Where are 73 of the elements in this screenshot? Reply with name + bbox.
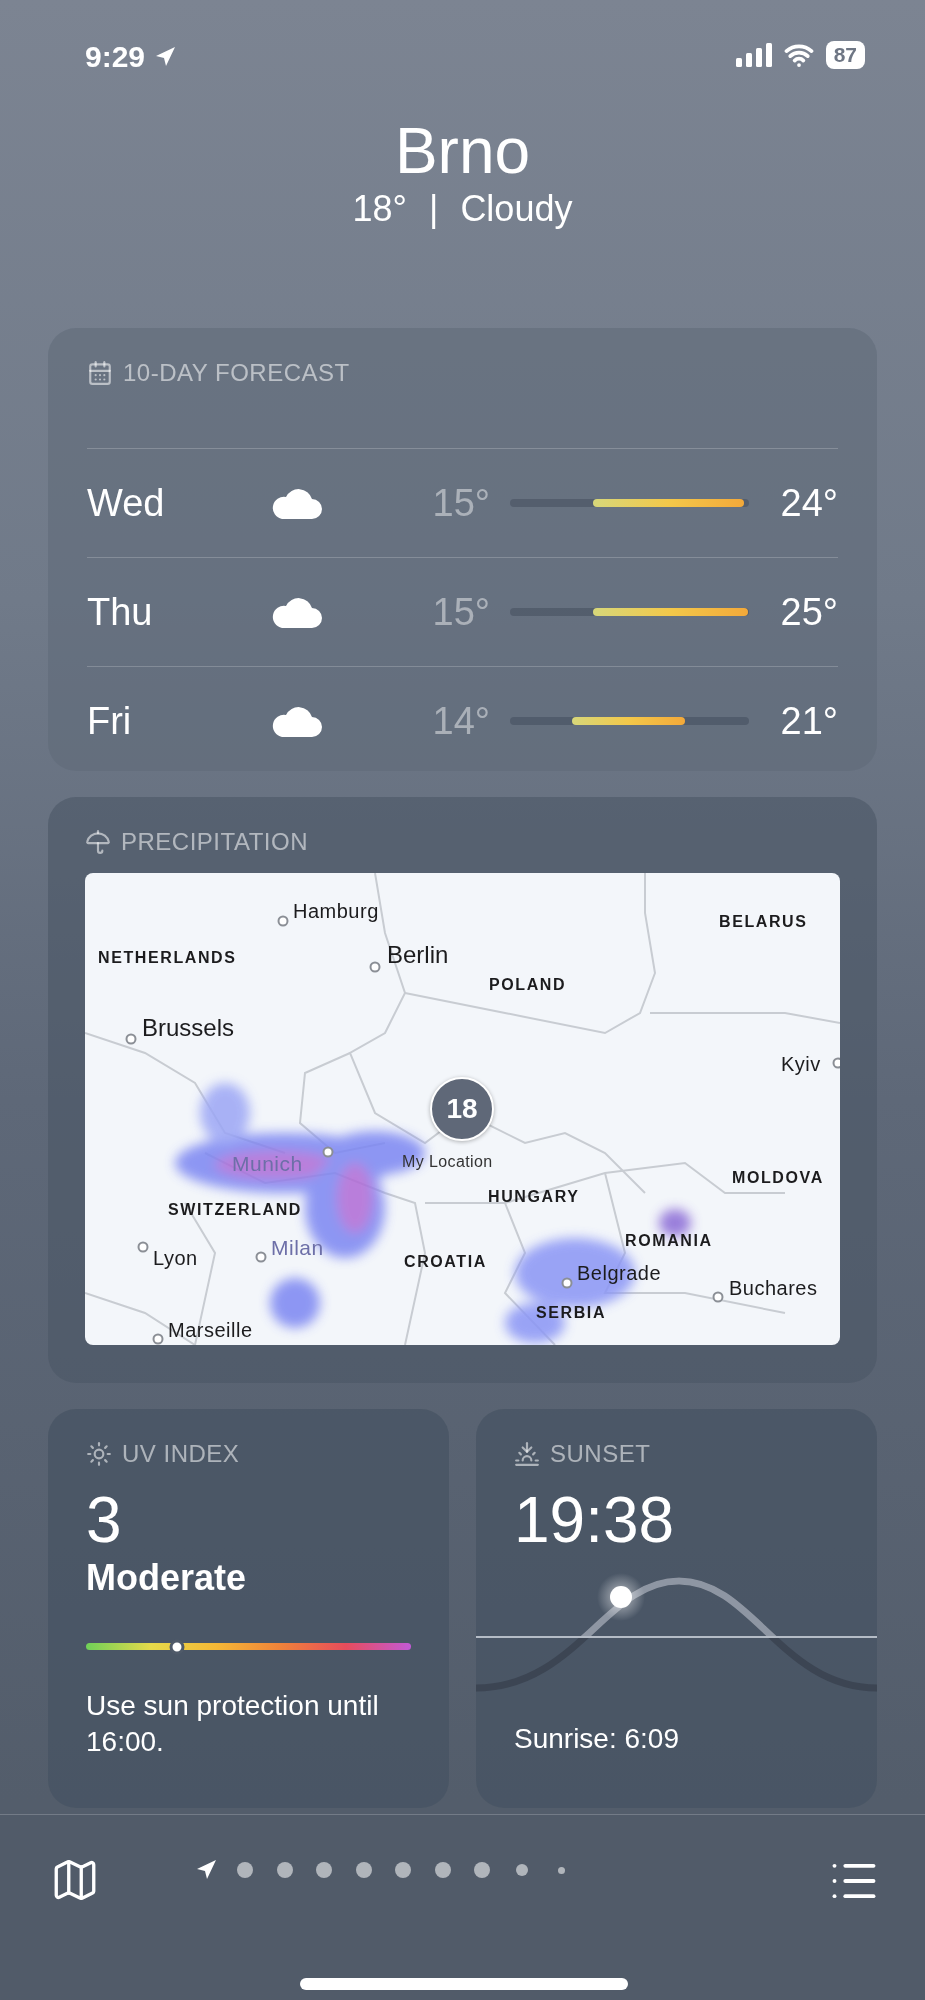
location-temperature-badge[interactable]: 18 — [430, 1077, 494, 1141]
city-marker-icon — [152, 1333, 164, 1345]
map-label: Milan — [271, 1236, 324, 1260]
city-marker-icon — [832, 1057, 840, 1069]
sun-icon — [86, 1441, 112, 1467]
map-label: Brussels — [142, 1014, 235, 1042]
city-marker-icon — [277, 915, 289, 927]
high-temperature: 24° — [780, 481, 838, 525]
page-dot[interactable] — [434, 1862, 451, 1878]
city-marker-icon — [322, 1146, 334, 1158]
day-label: Fri — [87, 699, 133, 743]
cloud-icon — [270, 596, 322, 628]
map-label: My Location — [402, 1153, 493, 1171]
page-dot[interactable] — [237, 1862, 254, 1878]
weather-condition: Cloudy — [460, 188, 573, 230]
card-title: 10-DAY FORECAST — [123, 359, 350, 387]
map-label: BELARUS — [719, 913, 808, 931]
map-label: Kyiv — [781, 1052, 821, 1076]
day-label: Thu — [87, 590, 154, 634]
page-dot[interactable] — [316, 1862, 333, 1878]
page-dot[interactable] — [474, 1862, 491, 1878]
map-label: MOLDOVA — [732, 1169, 824, 1187]
page-dot[interactable] — [395, 1862, 412, 1878]
city-marker-icon — [712, 1291, 724, 1303]
cloud-icon — [270, 705, 322, 737]
uv-value: 3 — [86, 1483, 123, 1557]
sunrise-time: Sunrise: 6:09 — [514, 1723, 680, 1755]
map-label: HUNGARY — [488, 1188, 580, 1206]
sunset-time: 19:38 — [514, 1483, 676, 1557]
map-label: SERBIA — [536, 1304, 607, 1322]
separator: | — [429, 188, 439, 230]
status-time: 9:29 — [85, 40, 146, 74]
map-label: Lyon — [153, 1246, 198, 1270]
city-marker-icon — [369, 961, 381, 973]
map-label: Marseille — [168, 1318, 253, 1342]
map-label: ROMANIA — [625, 1232, 713, 1250]
calendar-icon — [87, 360, 113, 386]
page-dot[interactable] — [557, 1866, 565, 1874]
city-marker-icon — [561, 1277, 573, 1289]
page-dot[interactable] — [355, 1862, 372, 1878]
low-temperature: 15° — [432, 481, 490, 525]
city-marker-icon — [125, 1033, 137, 1045]
map-label: NETHERLANDS — [98, 949, 237, 967]
map-label: Buchares — [729, 1276, 818, 1300]
low-temperature: 14° — [432, 699, 490, 743]
map-label: Munich — [232, 1152, 303, 1176]
map-label: Belgrade — [577, 1261, 662, 1285]
sunset-icon — [514, 1441, 540, 1467]
high-temperature: 21° — [780, 699, 838, 743]
city-name: Brno — [394, 114, 531, 188]
uv-category: Moderate — [86, 1557, 248, 1599]
city-marker-icon — [137, 1241, 149, 1253]
cloud-icon — [270, 487, 322, 519]
uv-advice: Use sun protection until 16:00. — [86, 1689, 380, 1759]
day-label: Wed — [87, 481, 166, 525]
precipitation-map[interactable]: Hamburg NETHERLANDS Berlin POLAND BELARUS Brussels Kyiv Munich My Location SWITZERLAND HUNGARY MOLDOVA ROMANIA Lyon Milan CROATIA Belgrade Buchares SERBIA Marseille 18 — [85, 873, 840, 1345]
battery-indicator: 87 — [825, 41, 865, 69]
card-title: UV INDEX — [122, 1440, 240, 1468]
map-label: Berlin — [387, 941, 449, 969]
umbrella-icon — [85, 829, 111, 855]
card-title: PRECIPITATION — [121, 828, 308, 856]
map-label: Hamburg — [293, 899, 379, 923]
signal-icon — [735, 43, 772, 67]
city-marker-icon — [255, 1251, 267, 1263]
high-temperature: 25° — [780, 590, 838, 634]
page-dot[interactable] — [276, 1862, 293, 1878]
current-temperature: 18° — [352, 188, 407, 230]
low-temperature: 15° — [432, 590, 490, 634]
map-label: POLAND — [489, 976, 567, 994]
page-dot[interactable] — [515, 1864, 528, 1876]
card-title: SUNSET — [550, 1440, 651, 1468]
map-label: CROATIA — [404, 1253, 487, 1271]
map-label: SWITZERLAND — [168, 1201, 303, 1219]
